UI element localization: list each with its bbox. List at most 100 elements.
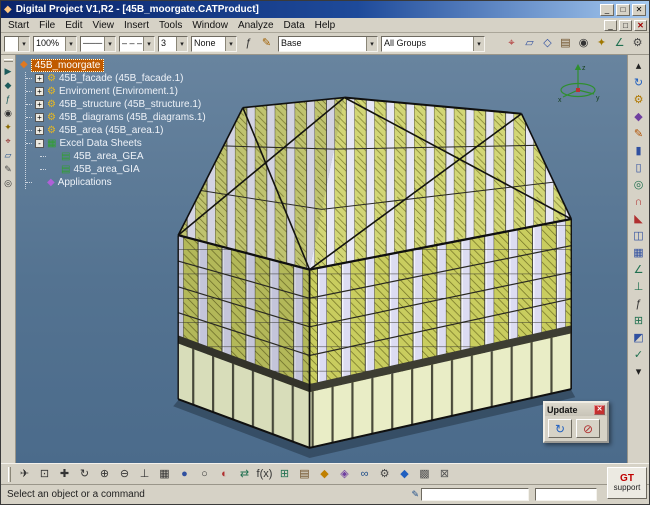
interrupt-update-button[interactable]: ⊘ [576, 419, 600, 438]
menu-data[interactable]: Data [279, 20, 310, 31]
tree-item-label[interactable]: 45B_facade (45B_facade.1) [59, 73, 184, 84]
tree-expander[interactable]: - [35, 139, 44, 148]
view-compass[interactable]: z x y [555, 59, 601, 105]
formula-button[interactable]: f(x) [255, 465, 274, 483]
measure-button[interactable]: ∠ [630, 262, 648, 278]
tree-item-45b-area-gea[interactable]: ▤ 45B_area_GEA [40, 150, 206, 163]
sketch-button[interactable]: ✎ [2, 163, 15, 176]
camera-button[interactable]: ◉ [575, 35, 592, 52]
update-dialog[interactable]: Update ✕ ↻ ⊘ [543, 401, 609, 443]
multi-view-button[interactable]: ▦ [155, 465, 174, 483]
doc-restore-button[interactable]: □ [619, 20, 632, 31]
groups-combo[interactable]: All Groups ▾ [381, 36, 485, 52]
axis-system-button[interactable]: ⌖ [503, 35, 520, 52]
tree-item-45b-area-gia[interactable]: ▤ 45B_area_GIA [40, 163, 206, 176]
workbench-combo[interactable]: Base ▾ [278, 36, 378, 52]
normal-view-button[interactable]: ⊥ [135, 465, 154, 483]
measure-button[interactable]: ∠ [611, 35, 628, 52]
material-button[interactable]: ▩ [415, 465, 434, 483]
scroll-up-button[interactable]: ▴ [630, 58, 648, 74]
update-all-button[interactable]: ↻ [548, 419, 572, 438]
menu-view[interactable]: View [87, 20, 119, 31]
doc-close-button[interactable]: ✕ [634, 20, 647, 31]
zoom-combo[interactable]: 100% ▾ [33, 36, 77, 52]
magnify-button[interactable]: ◎ [2, 177, 15, 190]
update-dialog-titlebar[interactable]: Update ✕ [545, 403, 607, 416]
datum-point-button[interactable]: ◇ [539, 35, 556, 52]
line-weight-combo[interactable]: ─── ▾ [80, 36, 116, 52]
mirror-button[interactable]: ◫ [630, 228, 648, 244]
tree-item-label[interactable]: Enviroment (Enviroment.1) [59, 86, 178, 97]
maximize-button[interactable]: □ [616, 4, 630, 16]
tree-item-label[interactable]: Excel Data Sheets [59, 138, 141, 149]
fit-all-button[interactable]: ⊡ [35, 465, 54, 483]
tree-item-45b-area[interactable]: + ⚙ 45B_area (45B_area.1) [26, 124, 206, 137]
fly-mode-button[interactable]: ✈ [15, 465, 34, 483]
tree-expander[interactable]: + [35, 126, 44, 135]
update-button[interactable]: ↻ [630, 75, 648, 91]
light-button[interactable]: ✦ [593, 35, 610, 52]
sketcher-button[interactable]: ✎ [630, 126, 648, 142]
chevron-down-icon[interactable]: ▾ [104, 37, 115, 51]
render-style-combo[interactable]: None ▾ [191, 36, 237, 52]
surface-button[interactable]: ◩ [630, 330, 648, 346]
light-button[interactable]: ✦ [2, 121, 15, 134]
toolbar-grab-handle[interactable] [4, 59, 13, 62]
tree-item-enviroment[interactable]: + ⚙ Enviroment (Enviroment.1) [26, 85, 206, 98]
tree-item-excel-data-sheets[interactable]: - ▦ Excel Data Sheets [26, 137, 206, 150]
zoom-out-button[interactable]: ⊖ [115, 465, 134, 483]
workbench-button[interactable]: ◆ [2, 79, 15, 92]
menu-window[interactable]: Window [187, 20, 233, 31]
compass-button[interactable]: ⌖ [2, 135, 15, 148]
tree-root-label[interactable]: 45B_moorgate [31, 59, 105, 72]
tree-expander[interactable]: + [35, 87, 44, 96]
tree-expander[interactable]: + [35, 113, 44, 122]
value-input[interactable] [535, 488, 597, 501]
chevron-down-icon[interactable]: ▾ [473, 37, 484, 51]
link-button[interactable]: ∞ [355, 465, 374, 483]
tree-item-45b-diagrams[interactable]: + ⚙ 45B_diagrams (45B_diagrams.1) [26, 111, 206, 124]
tree-item-45b-structure[interactable]: + ⚙ 45B_structure (45B_structure.1) [26, 98, 206, 111]
tree-filter-combo[interactable]: ▾ [4, 36, 30, 52]
product-button[interactable]: ◆ [630, 109, 648, 125]
catalog-button[interactable]: ▤ [295, 465, 314, 483]
command-input[interactable] [421, 488, 529, 501]
tree-expander[interactable]: + [35, 74, 44, 83]
tree-item-label[interactable]: 45B_structure (45B_structure.1) [59, 99, 201, 110]
menu-edit[interactable]: Edit [60, 20, 87, 31]
scroll-down-button[interactable]: ▾ [630, 364, 648, 380]
viewport-3d[interactable]: ◆ 45B_moorgate + ⚙ 45B_facade (45B_facad… [16, 55, 627, 463]
line-type-combo[interactable]: – – – ▾ [119, 36, 155, 52]
tree-item-label[interactable]: 45B_area (45B_area.1) [59, 125, 164, 136]
tree-item-45b-moorgate[interactable]: ◆ 45B_moorgate [20, 58, 206, 72]
hide-show-button[interactable]: ◐ [215, 465, 234, 483]
swap-space-button[interactable]: ⇄ [235, 465, 254, 483]
toolbar-grab-handle[interactable] [8, 467, 11, 482]
tree-item-applications[interactable]: ◆ Applications [26, 176, 206, 189]
product-button[interactable]: ◆ [395, 465, 414, 483]
pad-button[interactable]: ▮ [630, 143, 648, 159]
tree-item-45b-facade[interactable]: + ⚙ 45B_facade (45B_facade.1) [26, 72, 206, 85]
pan-button[interactable]: ✚ [55, 465, 74, 483]
menu-help[interactable]: Help [310, 20, 341, 31]
knowledge-button[interactable]: ƒ [2, 93, 15, 106]
pattern-button[interactable]: ▦ [630, 245, 648, 261]
view-button[interactable]: ◉ [2, 107, 15, 120]
power-copy-button[interactable]: ◆ [315, 465, 334, 483]
menu-analyze[interactable]: Analyze [233, 20, 279, 31]
zoom-in-button[interactable]: ⊕ [95, 465, 114, 483]
select-button[interactable]: ▶ [2, 65, 15, 78]
check-button[interactable]: ✓ [630, 347, 648, 363]
knowledge-button[interactable]: ƒ [240, 35, 257, 52]
plane-button[interactable]: ▱ [2, 149, 15, 162]
pocket-button[interactable]: ▯ [630, 160, 648, 176]
tree-item-label[interactable]: 45B_area_GEA [73, 151, 143, 162]
chevron-down-icon[interactable]: ▾ [65, 37, 76, 51]
catalog-button[interactable]: ▤ [557, 35, 574, 52]
wireframe-button[interactable]: ○ [195, 465, 214, 483]
doc-minimize-button[interactable]: _ [604, 20, 617, 31]
chamfer-button[interactable]: ◣ [630, 211, 648, 227]
hole-button[interactable]: ◎ [630, 177, 648, 193]
menu-tools[interactable]: Tools [154, 20, 187, 31]
tree-expander[interactable]: + [35, 100, 44, 109]
